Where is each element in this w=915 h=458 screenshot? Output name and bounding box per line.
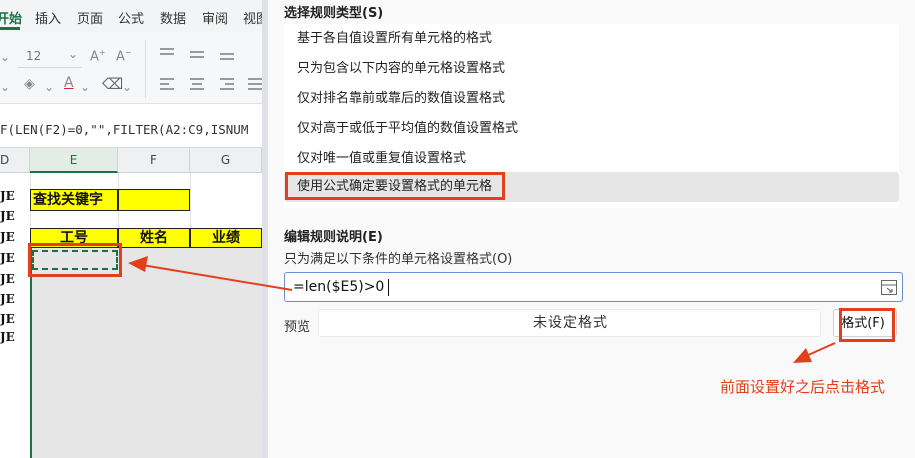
header-cell-performance[interactable]: 业绩 (190, 228, 262, 248)
formula-bar-text: F(LEN(F2)=0,"",FILTER(A2:C9,ISNUM (0, 122, 249, 137)
formula-bar[interactable]: F(LEN(F2)=0,"",FILTER(A2:C9,ISNUM (0, 104, 262, 148)
tab-view[interactable]: 视图 (243, 8, 262, 27)
select-rule-type-title: 选择规则类型(S) (284, 6, 384, 21)
search-keyword-input-cell[interactable] (118, 189, 190, 211)
column-headers: D E F G (0, 148, 262, 173)
annotation-highlight-cell (28, 243, 122, 277)
active-tab-indicator (0, 27, 20, 30)
fill-color-icon[interactable]: ◈ (24, 76, 35, 92)
header-cell-name[interactable]: 姓名 (118, 228, 190, 248)
rule-type-item[interactable]: 仅对排名靠前或靠后的数值设置格式 (284, 84, 899, 114)
cell-fragment: JE (0, 189, 15, 203)
tab-page[interactable]: 页面 (77, 8, 103, 27)
fill-dropdown-arrow-icon[interactable]: ⌄ (44, 80, 54, 94)
range-border (30, 248, 32, 458)
font-name-dropdown-arrow-icon[interactable]: ⌄ (0, 50, 10, 64)
font-size-value: 12 (26, 49, 42, 63)
column-header-e[interactable]: E (30, 148, 118, 173)
column-header-f[interactable]: F (118, 148, 190, 173)
chevron-down-icon: ⌄ (68, 47, 79, 61)
formula-input-value: =len($E5)>0 (293, 279, 385, 295)
align-center-icon[interactable] (190, 78, 210, 92)
underline-dropdown-arrow-icon[interactable]: ⌄ (0, 80, 10, 94)
text-caret (388, 279, 389, 296)
tab-data[interactable]: 数据 (160, 8, 186, 27)
decrease-font-icon[interactable]: A− (116, 48, 132, 64)
annotation-note: 前面设置好之后点击格式 (720, 378, 886, 396)
preview-label: 预览 (284, 320, 311, 335)
toolbar-separator (145, 40, 146, 98)
font-color-icon[interactable]: A (64, 75, 74, 91)
column-header-g[interactable]: G (190, 148, 262, 173)
cell-fragment: JE (0, 230, 15, 244)
cell-grid[interactable]: JE JE JE JE JE JE JE JE 查找关键字 工号 姓名 业绩 (0, 173, 262, 458)
align-bottom-icon[interactable] (220, 48, 240, 62)
cell-fragment: JE (0, 292, 15, 306)
collapse-dialog-icon[interactable] (881, 280, 897, 295)
search-keyword-label-cell[interactable]: 查找关键字 (30, 189, 118, 211)
cell-fragment: JE (0, 330, 15, 344)
tab-home[interactable]: 开始 (0, 8, 22, 27)
edit-rule-title: 编辑规则说明(E) (284, 230, 383, 245)
align-left-icon[interactable] (160, 78, 180, 92)
preview-text: 未设定格式 (533, 315, 608, 331)
format-preview: 未设定格式 (318, 309, 821, 337)
ribbon-tabs: 开始 插入 页面 公式 数据 审阅 视图 (0, 0, 262, 32)
annotation-highlight-format (839, 308, 895, 342)
spreadsheet-panel: 开始 插入 页面 公式 数据 审阅 视图 ⌄ 12 ⌄ A+ A− ⌄ ◈ ⌄ … (0, 0, 262, 458)
font-size-select[interactable]: 12 ⌄ (18, 46, 82, 68)
annotation-highlight-rule (285, 172, 505, 200)
align-top-icon[interactable] (160, 48, 180, 62)
tab-review[interactable]: 审阅 (202, 8, 228, 27)
cell-fragment: JE (0, 209, 15, 223)
cell-fragment: JE (0, 312, 15, 326)
increase-font-icon[interactable]: A+ (90, 48, 106, 64)
new-format-rule-dialog: 选择规则类型(S) 基于各自值设置所有单元格的格式 只为包含以下内容的单元格设置… (268, 0, 915, 458)
ribbon-toolbar: ⌄ 12 ⌄ A+ A− ⌄ ◈ ⌄ A ⌄ ⌫ ⌄ (0, 32, 262, 104)
formula-condition-label: 只为满足以下条件的单元格设置格式(O) (284, 252, 513, 267)
align-right-icon[interactable] (220, 78, 240, 92)
tab-insert[interactable]: 插入 (35, 8, 61, 27)
distributed-align-icon[interactable] (248, 78, 262, 92)
tab-formula[interactable]: 公式 (118, 8, 144, 27)
font-color-dropdown-arrow-icon[interactable]: ⌄ (80, 80, 90, 94)
rule-type-item[interactable]: 只为包含以下内容的单元格设置格式 (284, 54, 899, 84)
column-header-d[interactable]: D (0, 148, 30, 173)
cell-fragment: JE (0, 251, 15, 265)
rule-type-item[interactable]: 仅对高于或低于平均值的数值设置格式 (284, 114, 899, 144)
rule-type-item[interactable]: 仅对唯一值或重复值设置格式 (284, 144, 899, 174)
cell-fragment: JE (0, 272, 15, 286)
formula-input[interactable]: =len($E5)>0 (284, 272, 903, 302)
align-middle-icon[interactable] (190, 48, 210, 62)
clear-dropdown-arrow-icon[interactable]: ⌄ (122, 80, 132, 94)
selected-range[interactable] (31, 248, 262, 458)
eraser-icon[interactable]: ⌫ (102, 75, 123, 93)
rule-type-item[interactable]: 基于各自值设置所有单元格的格式 (284, 24, 899, 54)
